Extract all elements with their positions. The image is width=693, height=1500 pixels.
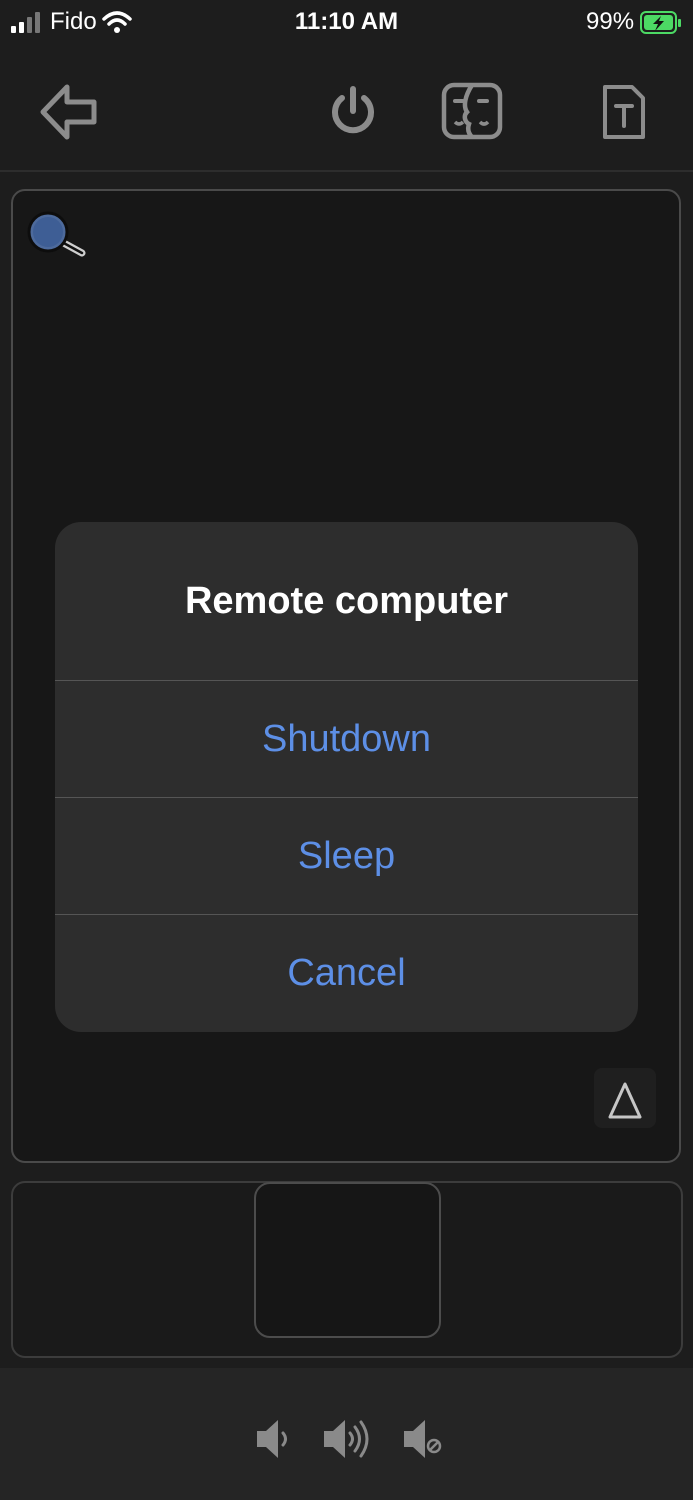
volume-down-icon[interactable] <box>254 1416 294 1462</box>
mute-icon[interactable] <box>401 1416 445 1462</box>
battery-percent: 99% <box>586 8 635 35</box>
text-document-icon[interactable] <box>602 84 646 140</box>
shutdown-button[interactable]: Shutdown <box>55 680 638 797</box>
sleep-button[interactable]: Sleep <box>55 797 638 914</box>
toolbar <box>0 58 693 170</box>
keyboard-toggle-button[interactable] <box>594 1068 656 1128</box>
faces-icon[interactable] <box>441 82 503 140</box>
volume-bar <box>0 1368 693 1500</box>
back-arrow-icon[interactable] <box>40 84 98 140</box>
power-icon[interactable] <box>330 84 376 138</box>
volume-up-icon[interactable] <box>321 1416 373 1462</box>
toolbar-divider <box>0 170 693 172</box>
cancel-button[interactable]: Cancel <box>55 914 638 1031</box>
alert-dialog: Remote computer Shutdown Sleep Cancel <box>55 522 638 1032</box>
middle-mouse-button[interactable] <box>254 1182 441 1338</box>
magnifier-icon[interactable] <box>26 208 90 260</box>
alert-title: Remote computer <box>184 579 509 622</box>
status-bar: Fido 11:10 AM 99% <box>0 0 693 48</box>
triangle-icon <box>608 1082 642 1119</box>
battery-charging-icon <box>640 11 681 34</box>
